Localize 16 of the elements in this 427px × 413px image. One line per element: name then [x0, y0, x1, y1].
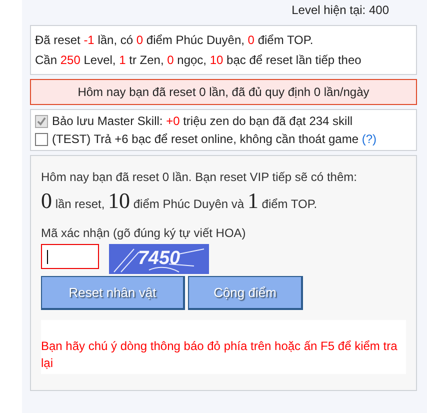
status-line: Đã reset -1 lần, có 0 điểm Phúc Duyên, 0 điểm TOP.	[35, 32, 314, 49]
captcha-image: 7450	[109, 244, 209, 274]
vip-summary: 0 lần reset,10 điểm Phúc Duyên và 1 điểm TOP.	[41, 188, 318, 214]
option-label: (TEST) Trả +6 bạc để reset online, không cần thoát game (?)	[52, 132, 377, 146]
captcha-input[interactable]	[41, 244, 99, 269]
current-level: Level hiện tại: 400	[292, 3, 389, 17]
action-button[interactable]: Cộng điểm	[188, 276, 303, 310]
notice-message: Bạn hãy chú ý dòng thông báo đỏ phía trên hoặc ấn F5 để kiểm tra lại	[41, 338, 398, 372]
checkbox[interactable]	[35, 132, 48, 146]
help-link[interactable]: (?)	[362, 132, 377, 146]
status-line: Cần 250 Level, 1 tr Zen, 0 ngọc, 10 bạc để reset lần tiếp theo	[35, 52, 362, 69]
vip-intro: Hôm nay bạn đã reset 0 lần. Bạn reset VIP tiếp sẽ có thêm:	[41, 170, 358, 184]
captcha-label: Mã xác nhận (gõ đúng ký tự viết HOA)	[41, 226, 247, 240]
action-button[interactable]: Reset nhân vật	[41, 276, 185, 310]
alert-message: Hôm nay bạn đã reset 0 lần, đã đủ quy định 0 lần/ngày	[30, 79, 417, 105]
option-label: Bảo lưu Master Skill: +0 triệu zen do bạn đã đạt 234 skill	[52, 114, 353, 128]
